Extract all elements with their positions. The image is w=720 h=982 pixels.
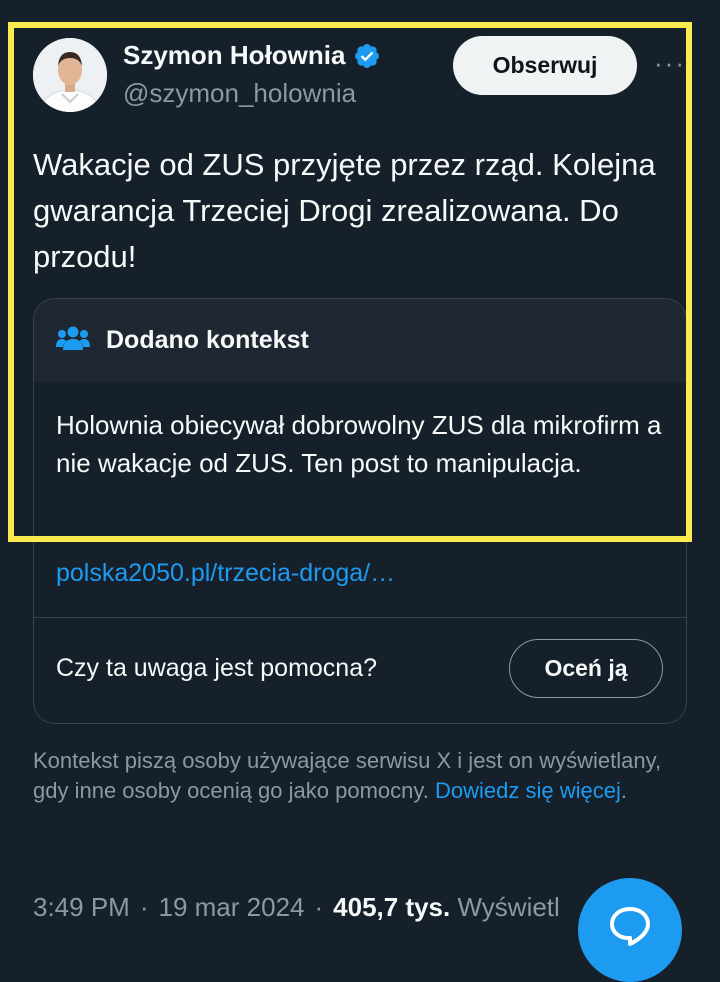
rate-it-button[interactable]: Oceń ją (509, 639, 663, 698)
reply-fab-button[interactable] (578, 878, 682, 982)
more-icon[interactable]: ··· (653, 48, 687, 78)
author-handle[interactable]: @szymon_holownia (123, 78, 356, 109)
community-note-source-link[interactable]: polska2050.pl/trzecia-droga/… (56, 559, 395, 588)
avatar[interactable] (33, 38, 107, 112)
info-end: . (620, 778, 627, 803)
community-note-body: Holownia obiecywał dobrowolny ZUS dla mi… (56, 410, 662, 478)
community-notes-info: Kontekst piszą osoby używające serwisu X… (33, 746, 673, 806)
verified-badge-icon (353, 42, 381, 70)
community-note-card: Dodano kontekst Holownia obiecywał dobro… (33, 298, 687, 724)
views-label: Wyświetl (457, 892, 560, 922)
author-name[interactable]: Szymon Hołownia (123, 40, 345, 71)
tweet-date[interactable]: 19 mar 2024 (159, 892, 305, 922)
divider (34, 617, 686, 618)
community-note-header: Dodano kontekst (34, 299, 686, 382)
tweet-text: Wakacje od ZUS przyjęte przez rząd. Kole… (33, 147, 656, 274)
reply-icon (608, 906, 652, 951)
tweet-time[interactable]: 3:49 PM (33, 892, 130, 922)
community-note-title: Dodano kontekst (106, 326, 309, 354)
follow-button[interactable]: Obserwuj (453, 36, 637, 95)
learn-more-link[interactable]: Dowiedz się więcej (435, 778, 621, 803)
community-notes-icon (56, 325, 90, 356)
tweet-metadata: 3:49 PM · 19 mar 2024 · 405,7 tys. Wyświetl (33, 892, 560, 922)
helpful-question: Czy ta uwaga jest pomocna? (56, 654, 378, 682)
views-count: 405,7 tys. (333, 892, 451, 922)
